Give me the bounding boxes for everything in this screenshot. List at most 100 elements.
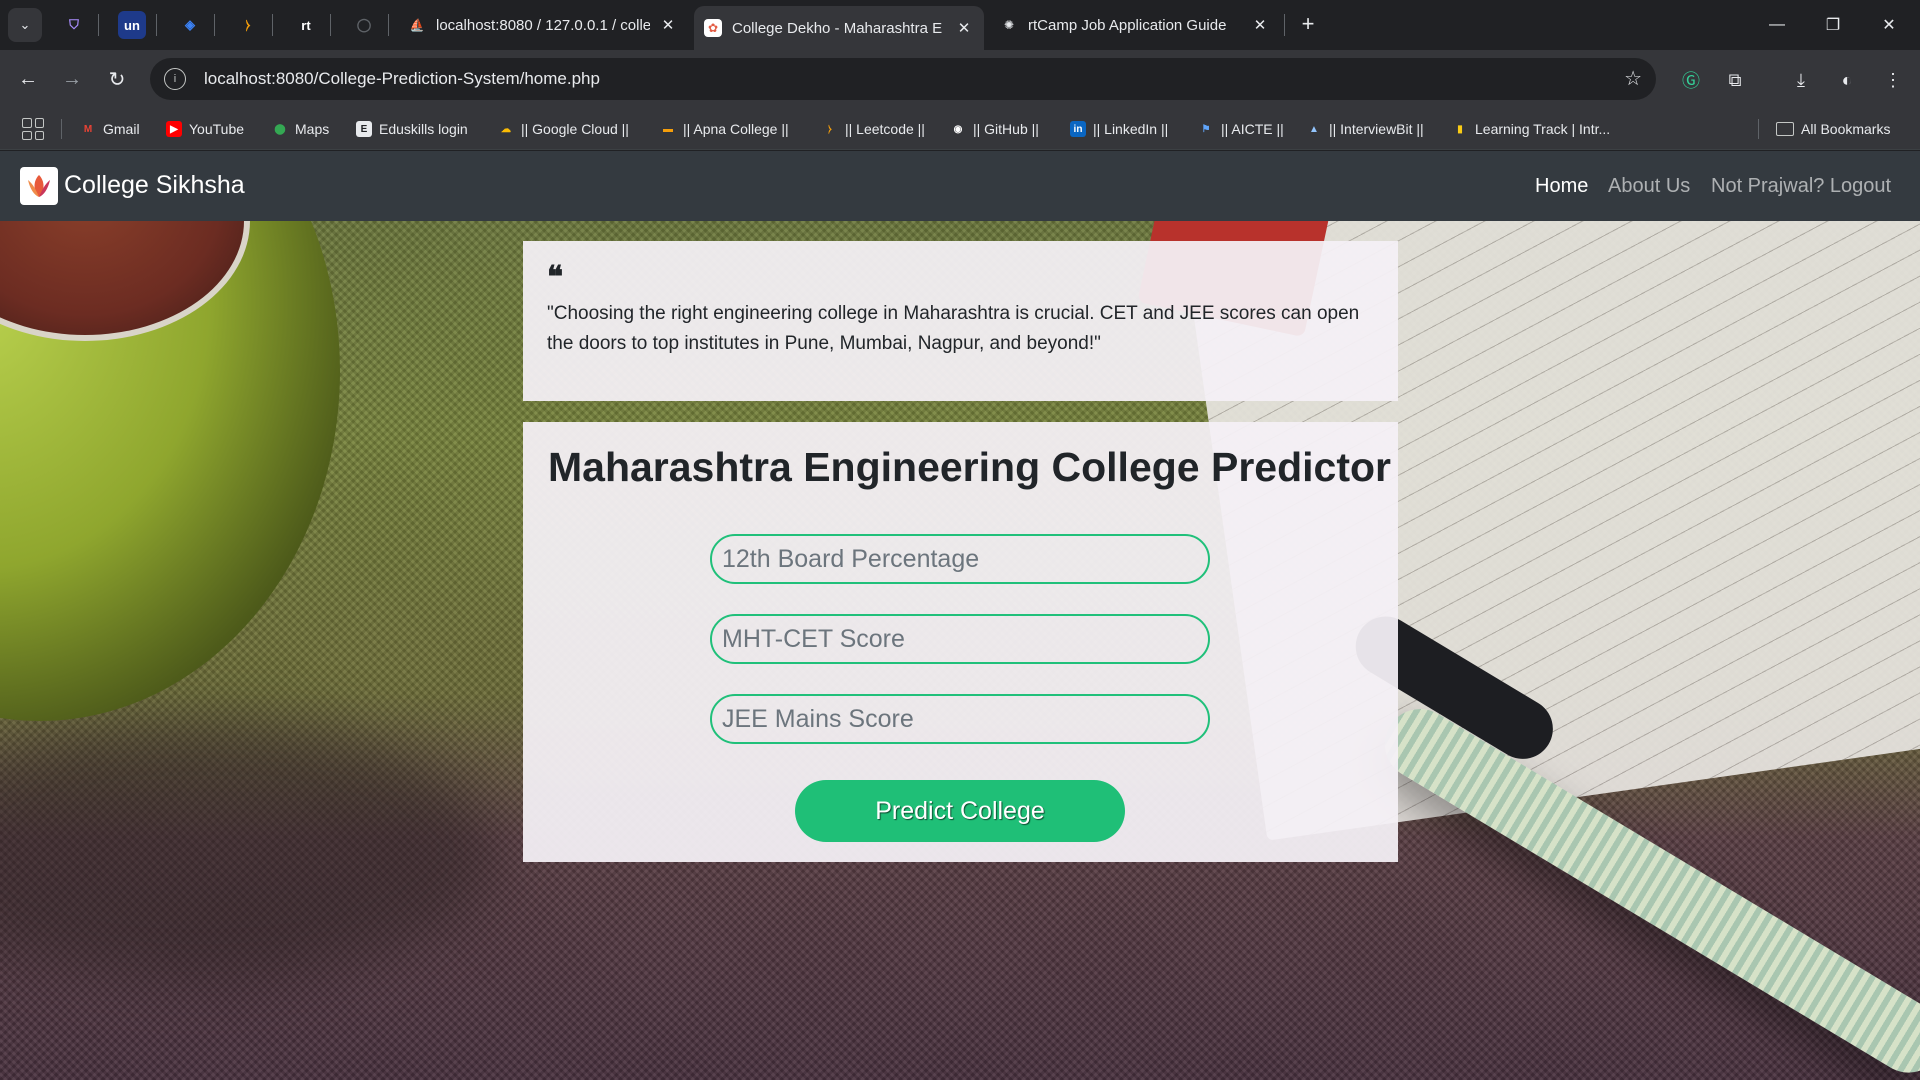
bookmark-linkedin[interactable]: in || LinkedIn || bbox=[1070, 118, 1168, 140]
form-title: Maharashtra Engineering College Predicto… bbox=[548, 444, 1391, 490]
bookmark-label: || Apna College || bbox=[683, 121, 789, 137]
tab-strip: ⌄ ⛉ un ◈ ⧽ rt ◯ ⛵ localhost:8080 / 127.0… bbox=[0, 0, 1920, 50]
eduskills-icon: E bbox=[356, 121, 372, 137]
bookmark-maps[interactable]: ⬤ Maps bbox=[272, 118, 329, 140]
all-bookmarks-label: All Bookmarks bbox=[1801, 121, 1891, 137]
brand-logo-icon[interactable] bbox=[20, 167, 58, 205]
quote-card: ❝ "Choosing the right engineering colleg… bbox=[523, 241, 1398, 401]
grammarly-icon[interactable]: Ⓖ bbox=[1676, 65, 1706, 95]
nav-logout-link[interactable]: Not Prajwal? Logout bbox=[1711, 175, 1891, 198]
profile-avatar-icon[interactable]: ◐ bbox=[1832, 65, 1862, 95]
leetcode-icon: ⧽ bbox=[828, 123, 832, 135]
forward-button[interactable]: → bbox=[56, 63, 88, 95]
address-bar[interactable]: i localhost:8080/College-Prediction-Syst… bbox=[150, 58, 1656, 100]
linkedin-icon: in bbox=[1070, 121, 1086, 137]
site-info-icon[interactable]: i bbox=[164, 68, 186, 90]
learning-track-icon: ▮ bbox=[1457, 123, 1463, 135]
pinned-tab-leetcode-icon[interactable]: ⧽ bbox=[234, 11, 262, 39]
bookmarks-bar: M Gmail ▶ YouTube ⬤ Maps E Eduskills login ☁… bbox=[0, 108, 1920, 150]
quote-text: "Choosing the right engineering college … bbox=[547, 303, 1360, 354]
nav-about-link[interactable]: About Us bbox=[1608, 175, 1690, 198]
bookmark-label: || Google Cloud || bbox=[521, 121, 629, 137]
brand-name[interactable]: College Sikhsha bbox=[64, 171, 245, 200]
college-logo-icon: ✿ bbox=[704, 19, 722, 37]
tab-rtcamp-guide[interactable]: ✺ rtCamp Job Application Guide ✕ bbox=[990, 6, 1280, 44]
address-url[interactable]: localhost:8080/College-Prediction-System… bbox=[204, 69, 600, 89]
bookmark-gmail[interactable]: M Gmail bbox=[80, 118, 140, 140]
background-shadow bbox=[0, 721, 500, 981]
nav-home-link[interactable]: Home bbox=[1535, 175, 1588, 198]
all-bookmarks-button[interactable]: All Bookmarks bbox=[1776, 118, 1890, 140]
aicte-icon: ⚑ bbox=[1201, 123, 1211, 135]
pinned-tab-shield-icon[interactable]: ⛉ bbox=[60, 11, 88, 39]
tab-close-icon[interactable]: ✕ bbox=[954, 19, 974, 37]
bookmark-label: Learning Track | Intr... bbox=[1475, 121, 1611, 137]
bookmark-aicte[interactable]: ⚑ || AICTE || bbox=[1198, 118, 1284, 140]
bookmark-interviewbit[interactable]: ▲ || InterviewBit || bbox=[1306, 118, 1424, 140]
google-cloud-icon: ☁ bbox=[501, 123, 511, 135]
maps-icon: ⬤ bbox=[274, 123, 286, 135]
arrow-right-icon: → bbox=[62, 67, 82, 90]
predictor-form: Maharashtra Engineering College Predicto… bbox=[523, 422, 1398, 862]
tab-separator bbox=[272, 14, 273, 36]
restore-button[interactable]: ❐ bbox=[1810, 10, 1856, 40]
predict-college-button[interactable]: Predict College bbox=[795, 780, 1125, 842]
bookmark-youtube[interactable]: ▶ YouTube bbox=[166, 118, 244, 140]
pinned-tab-github-icon[interactable]: ◯ bbox=[350, 11, 378, 39]
bookmark-label: || LinkedIn || bbox=[1093, 121, 1169, 137]
bookmark-label: Eduskills login bbox=[379, 121, 468, 137]
apna-college-icon: ▬ bbox=[663, 123, 673, 135]
tab-separator bbox=[214, 14, 215, 36]
extensions-icon[interactable]: ⧉ bbox=[1720, 65, 1750, 95]
chevron-down-icon: ⌄ bbox=[19, 17, 31, 32]
bookmark-github[interactable]: ◉ || GitHub || bbox=[950, 118, 1039, 140]
window-close-button[interactable]: ✕ bbox=[1866, 10, 1912, 40]
mht-cet-score-input[interactable] bbox=[710, 614, 1210, 664]
new-tab-button[interactable]: + bbox=[1294, 10, 1322, 38]
jee-mains-score-input[interactable] bbox=[710, 694, 1210, 744]
bookmark-label: || InterviewBit || bbox=[1329, 121, 1424, 137]
board-percentage-input[interactable] bbox=[710, 534, 1210, 584]
folder-icon bbox=[1776, 122, 1794, 136]
bookmark-learning-track[interactable]: ▮ Learning Track | Intr... bbox=[1452, 118, 1610, 140]
tab-close-icon[interactable]: ✕ bbox=[658, 16, 678, 34]
bookmark-label: YouTube bbox=[189, 121, 245, 137]
openai-icon: ✺ bbox=[1003, 18, 1015, 32]
tab-separator bbox=[98, 14, 99, 36]
tab-search-button[interactable]: ⌄ bbox=[8, 8, 42, 42]
youtube-icon: ▶ bbox=[166, 121, 182, 137]
minimize-button[interactable]: — bbox=[1754, 10, 1800, 40]
bookmark-eduskills[interactable]: E Eduskills login bbox=[356, 118, 468, 140]
bookmark-separator bbox=[1758, 119, 1759, 139]
tab-separator bbox=[156, 14, 157, 36]
bookmark-label: || GitHub || bbox=[973, 121, 1039, 137]
page-viewport: College Sikhsha Home About Us Not Prajwa… bbox=[0, 151, 1920, 1080]
bookmark-label: || Leetcode || bbox=[845, 121, 925, 137]
hero-section: ❝ "Choosing the right engineering colleg… bbox=[0, 221, 1920, 1080]
tab-college-dekho[interactable]: ✿ College Dekho - Maharashtra E ✕ bbox=[694, 6, 984, 50]
phpmyadmin-icon: ⛵ bbox=[409, 18, 425, 32]
tab-title: College Dekho - Maharashtra E bbox=[732, 19, 943, 37]
apps-grid-icon[interactable] bbox=[22, 118, 44, 140]
back-button[interactable]: ← bbox=[12, 63, 44, 95]
bookmark-apna-college[interactable]: ▬ || Apna College || bbox=[660, 118, 789, 140]
bookmark-label: || AICTE || bbox=[1221, 121, 1284, 137]
tab-close-icon[interactable]: ✕ bbox=[1250, 16, 1270, 34]
pinned-tab-rtcamp-icon[interactable]: rt bbox=[292, 11, 320, 39]
pinned-tab-diamond-icon[interactable]: ◈ bbox=[176, 11, 204, 39]
tab-phpmyadmin[interactable]: ⛵ localhost:8080 / 127.0.0.1 / colle ✕ bbox=[398, 6, 688, 44]
menu-dots-icon[interactable]: ⋮ bbox=[1878, 65, 1908, 95]
bookmark-google-cloud[interactable]: ☁ || Google Cloud || bbox=[498, 118, 629, 140]
reload-button[interactable]: ↻ bbox=[101, 63, 133, 95]
pinned-tab-unstop-icon[interactable]: un bbox=[118, 11, 146, 39]
tab-title: localhost:8080 / 127.0.0.1 / colle bbox=[436, 16, 650, 34]
site-navbar: College Sikhsha Home About Us Not Prajwa… bbox=[0, 151, 1920, 221]
quote-icon: ❝ bbox=[547, 260, 564, 295]
interviewbit-icon: ▲ bbox=[1309, 123, 1319, 135]
bookmark-label: Maps bbox=[295, 121, 330, 137]
bookmark-leetcode[interactable]: ⧽ || Leetcode || bbox=[822, 118, 925, 140]
download-icon[interactable]: ⤓ bbox=[1786, 65, 1816, 95]
bookmark-separator bbox=[61, 119, 62, 139]
bookmark-star-icon[interactable]: ☆ bbox=[1624, 66, 1642, 91]
gmail-icon: M bbox=[83, 123, 93, 135]
